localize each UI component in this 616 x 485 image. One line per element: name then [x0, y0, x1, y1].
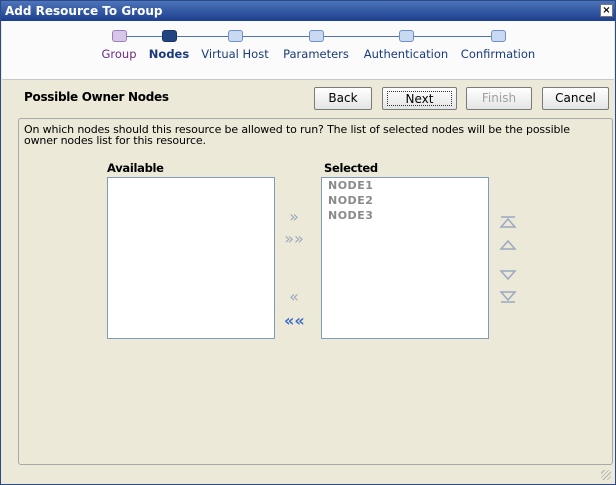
wizard-steps: Group Nodes Virtual Host Parameters Auth…	[2, 21, 614, 80]
window-title: Add Resource To Group	[5, 4, 163, 18]
title-bar[interactable]: Add Resource To Group ×	[1, 1, 615, 21]
add-selected-button[interactable]: »	[284, 207, 304, 227]
available-listbox[interactable]	[107, 177, 275, 339]
list-item[interactable]: NODE1	[322, 178, 488, 193]
list-item[interactable]: NODE3	[322, 208, 488, 223]
step-dot	[490, 30, 506, 42]
remove-all-button[interactable]: ««	[284, 311, 305, 331]
instructions-text: On which nodes should this resource be a…	[24, 123, 570, 147]
selected-heading: Selected	[324, 161, 378, 175]
close-button[interactable]: ×	[600, 4, 613, 17]
step-dot	[308, 30, 324, 42]
step-dot	[161, 30, 177, 42]
resize-grip[interactable]	[601, 470, 611, 480]
selected-listbox[interactable]: NODE1 NODE2 NODE3	[321, 177, 489, 339]
move-up-button[interactable]	[499, 237, 517, 253]
back-button[interactable]: Back	[314, 87, 372, 110]
step-dot	[398, 30, 414, 42]
section-title: Possible Owner Nodes	[24, 90, 169, 104]
move-to-top-button[interactable]	[499, 214, 517, 230]
step-label: Confirmation	[460, 47, 536, 61]
move-down-button[interactable]	[499, 267, 517, 283]
add-all-button[interactable]: »»	[284, 229, 304, 249]
cancel-button[interactable]: Cancel	[542, 87, 609, 110]
remove-selected-button[interactable]: «	[284, 287, 304, 307]
list-item[interactable]: NODE2	[322, 193, 488, 208]
step-dot	[227, 30, 243, 42]
step-confirmation: Confirmation	[443, 21, 553, 61]
next-button-label: Next	[387, 91, 452, 106]
available-heading: Available	[107, 161, 164, 175]
next-button[interactable]: Next	[382, 87, 457, 110]
move-to-bottom-button[interactable]	[499, 289, 517, 305]
dialog-window: Add Resource To Group × Group Nodes Virt…	[0, 0, 616, 485]
finish-button: Finish	[466, 87, 532, 110]
